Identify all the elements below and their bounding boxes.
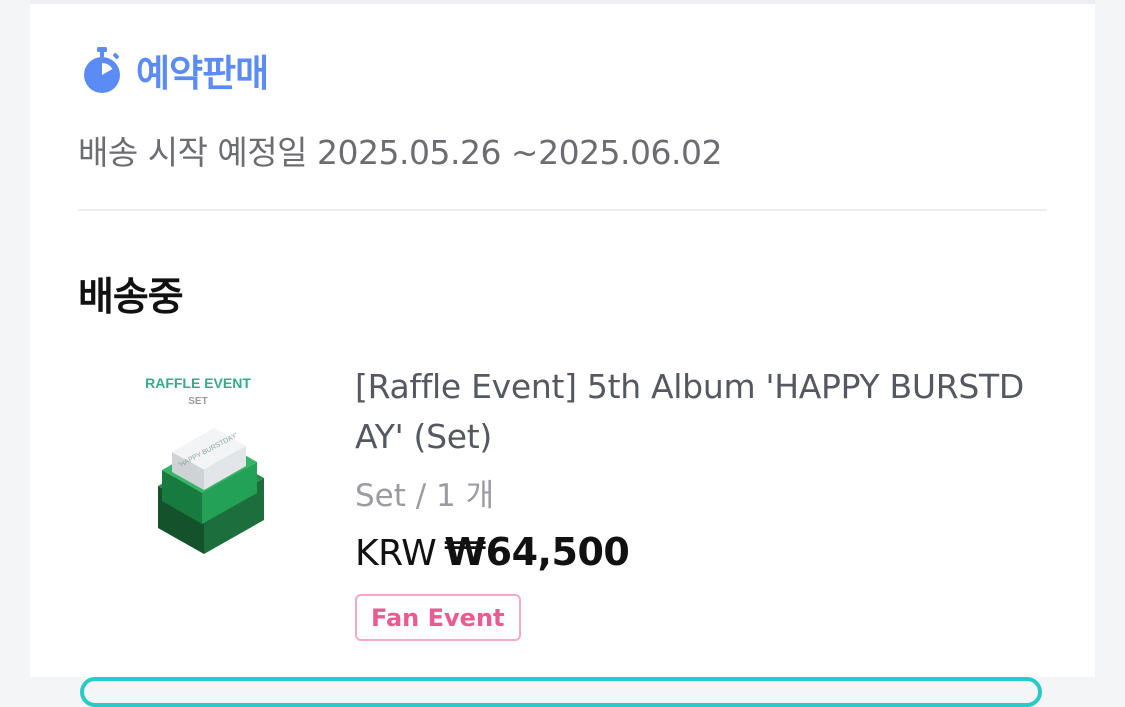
product-option: Set / 1 개 [355,478,495,514]
stopwatch-icon [84,47,120,93]
presale-label: 예약판매 [136,52,269,95]
fan-event-badge: Fan Event [355,594,521,641]
action-button[interactable] [80,677,1042,707]
product-title[interactable]: [Raffle Event] 5th Album 'HAPPY BURSTDAY… [355,362,1045,462]
divider [78,209,1047,211]
order-card: 예약판매 배송 시작 예정일 2025.05.26 ~2025.06.02 배송… [30,0,1095,707]
order-status-title: 배송중 [78,275,184,320]
product-thumbnail[interactable]: RAFFLE EVENT SET 'HAPPY BURSTDAY' [122,364,274,564]
currency-label: KRW [355,533,437,574]
price-row: KRW ₩64,500 [355,530,630,574]
price-value: ₩64,500 [444,530,630,574]
thumbnail-caption-sub: SET [188,396,207,407]
ship-date-text: 배송 시작 예정일 2025.05.26 ~2025.06.02 [78,133,723,172]
thumbnail-caption-title: RAFFLE EVENT [145,375,251,391]
presale-header: 예약판매 [80,42,269,98]
